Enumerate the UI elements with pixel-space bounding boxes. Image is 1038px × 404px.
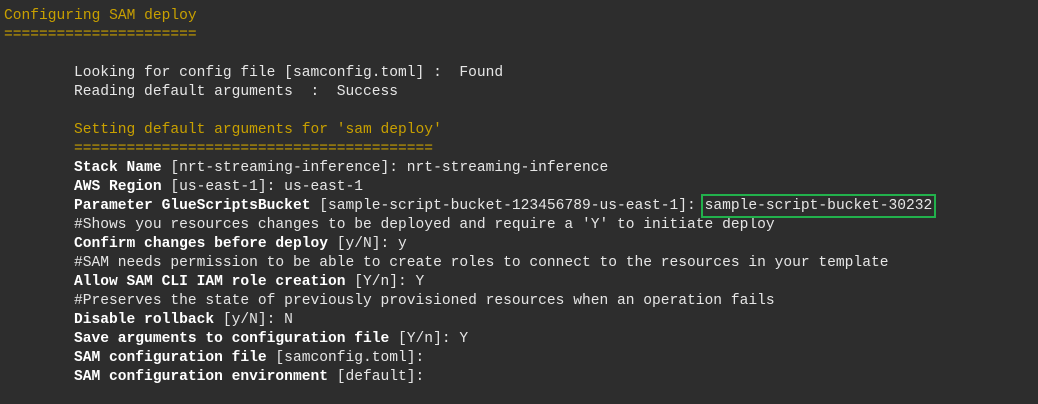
prompt-config-file: SAM configuration file [samconfig.toml]: bbox=[74, 350, 425, 366]
section-heading: Setting default arguments for 'sam deplo… bbox=[74, 122, 442, 138]
reading-args-line: Reading default arguments : Success bbox=[74, 84, 399, 100]
prompt-glue-bucket: Parameter GlueScriptsBucket [sample-scri… bbox=[74, 194, 937, 218]
prompt-save-arguments: Save arguments to configuration file [Y/… bbox=[74, 331, 469, 347]
prompt-config-env: SAM configuration environment [default]: bbox=[74, 369, 425, 385]
prompt-confirm-changes: Confirm changes before deploy [y/N]: y bbox=[74, 236, 407, 252]
section-rule: ========================================… bbox=[74, 141, 434, 157]
comment-line: #SAM needs permission to be able to crea… bbox=[74, 255, 889, 271]
heading: Configuring SAM deploy bbox=[4, 8, 197, 24]
comment-line: #Shows you resources changes to be deplo… bbox=[74, 217, 775, 233]
prompt-disable-rollback: Disable rollback [y/N]: N bbox=[74, 312, 293, 328]
comment-line: #Preserves the state of previously provi… bbox=[74, 293, 775, 309]
prompt-stack-name: Stack Name [nrt-streaming-inference]: nr… bbox=[74, 160, 609, 176]
terminal-output: Configuring SAM deploy =================… bbox=[0, 0, 1038, 387]
prompt-aws-region: AWS Region [us-east-1]: us-east-1 bbox=[74, 179, 364, 195]
config-lookup-line: Looking for config file [samconfig.toml]… bbox=[74, 65, 504, 81]
prompt-iam-role: Allow SAM CLI IAM role creation [Y/n]: Y bbox=[74, 274, 425, 290]
highlighted-bucket-value: sample-script-bucket-30232 bbox=[700, 194, 937, 218]
heading-rule: ====================== bbox=[4, 27, 197, 43]
